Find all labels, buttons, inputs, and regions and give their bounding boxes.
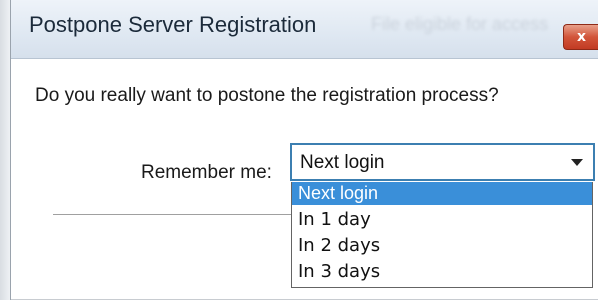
confirmation-question: Do you really want to postone the regist… [35, 85, 499, 106]
remember-me-label: Remember me: [141, 162, 272, 183]
dropdown-option-next-login[interactable]: Next login [292, 182, 592, 205]
dropdown-option-in-3-days[interactable]: In 3 days [292, 260, 592, 283]
dropdown-option-in-2-days[interactable]: In 2 days [292, 234, 592, 257]
separator-line [53, 214, 293, 215]
dropdown-option-in-1-day[interactable]: In 1 day [292, 208, 592, 231]
screen: Postpone Server Registration File eligib… [0, 0, 598, 300]
remember-me-dropdown-list: Next login In 1 day In 2 days In 3 days [291, 182, 593, 288]
chevron-down-icon [571, 159, 583, 166]
title-bar[interactable]: Postpone Server Registration File eligib… [11, 0, 598, 59]
postpone-dialog: Postpone Server Registration File eligib… [10, 0, 598, 300]
close-icon: x [576, 29, 587, 45]
remember-me-select[interactable]: Next login [290, 143, 595, 181]
dialog-body: Do you really want to postone the regist… [11, 59, 598, 300]
dialog-title: Postpone Server Registration [29, 12, 317, 37]
remember-me-selected-value: Next login [300, 152, 385, 173]
close-button[interactable]: x [563, 24, 598, 50]
title-bar-ghost-text: File eligible for access [371, 14, 549, 34]
background-window-edge [0, 0, 10, 300]
